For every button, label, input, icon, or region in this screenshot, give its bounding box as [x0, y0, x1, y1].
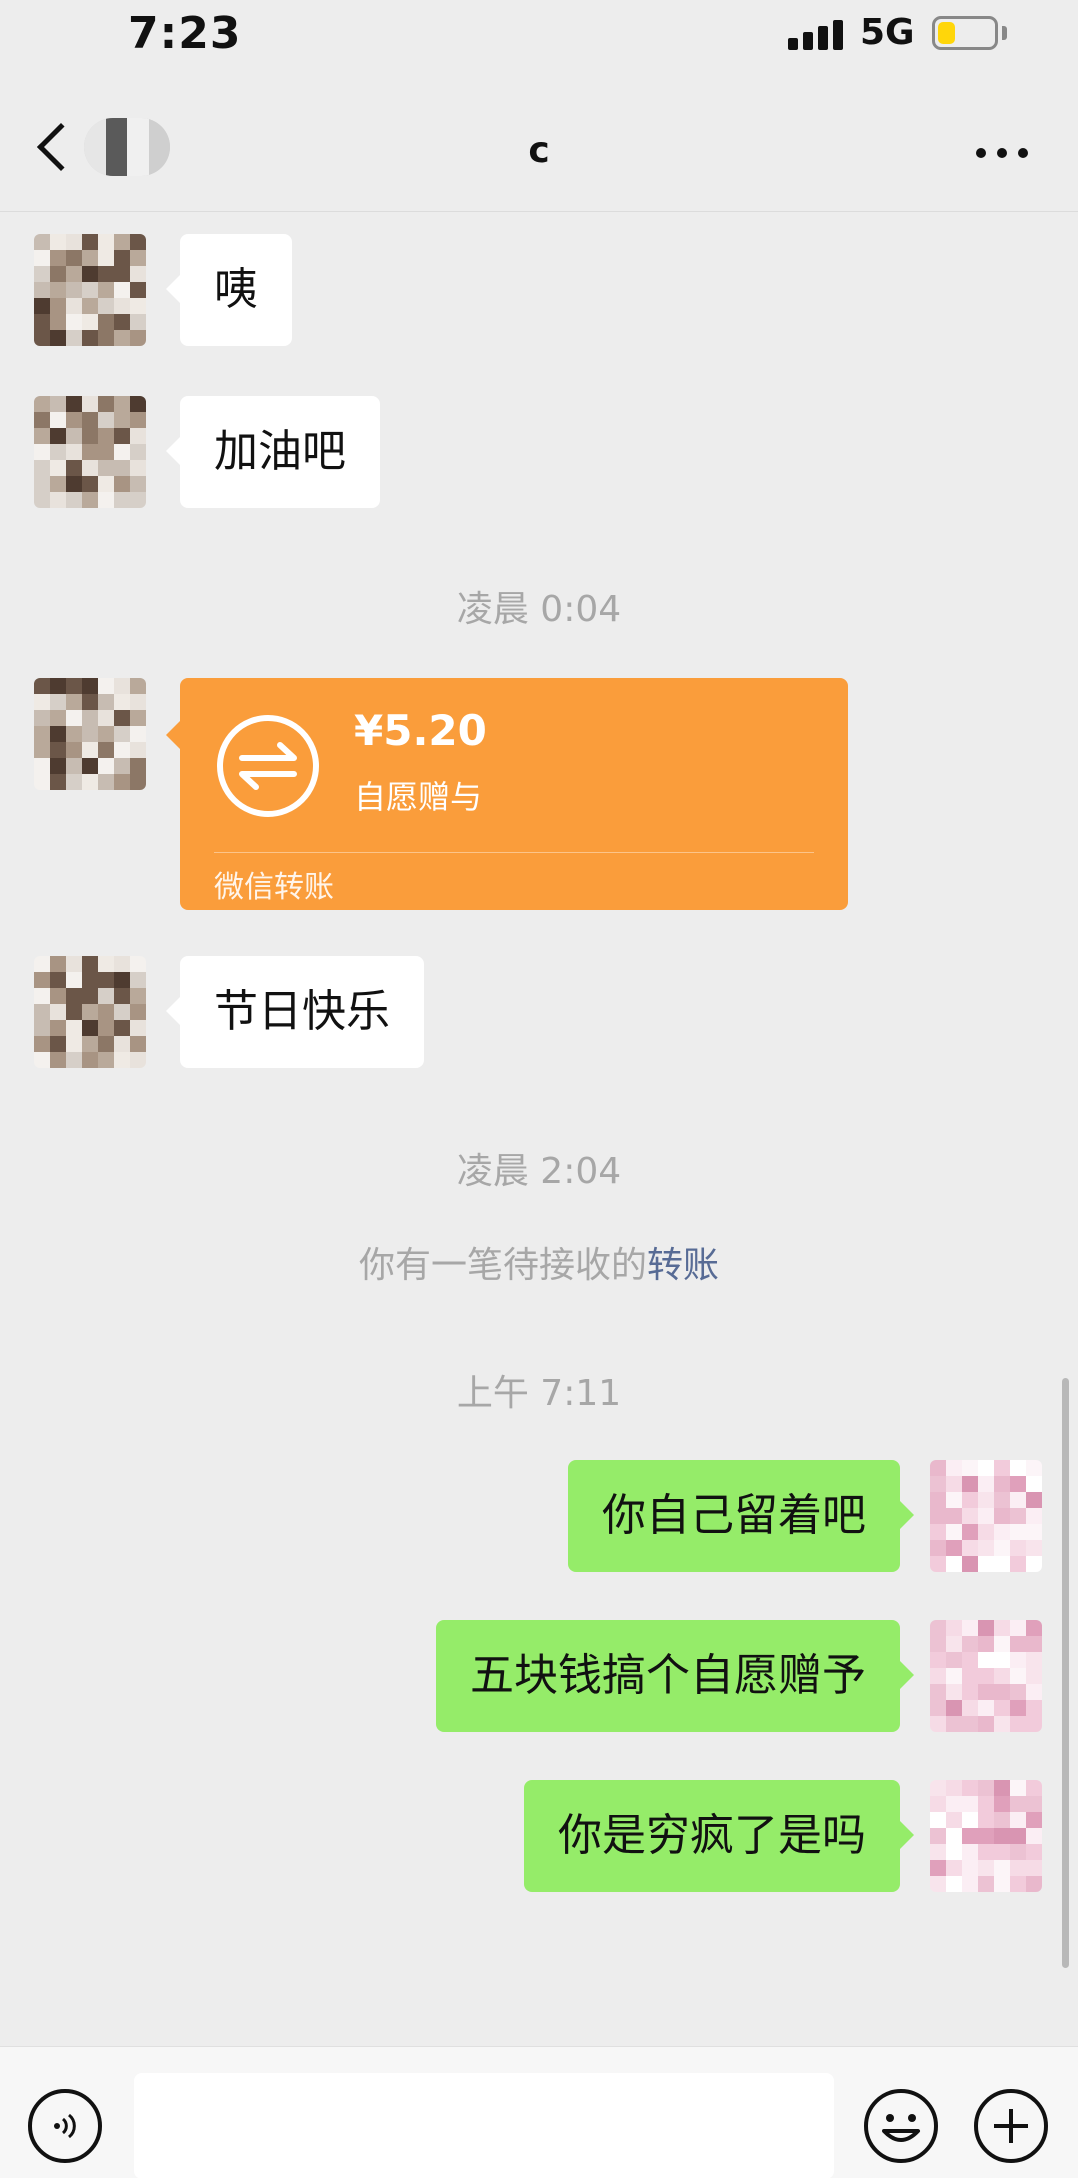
system-message-text: 你有一笔待接收的 — [358, 1245, 647, 1286]
timestamp: 凌晨 0:04 — [456, 589, 622, 630]
network-label: 5G — [860, 12, 915, 53]
outgoing-message[interactable]: 你自己留着吧 — [568, 1460, 914, 1572]
battery-level — [938, 22, 955, 44]
incoming-message[interactable]: 咦 — [166, 234, 292, 346]
battery-tip — [1002, 26, 1007, 40]
transfer-icon — [217, 715, 319, 817]
contact-avatar[interactable] — [34, 678, 146, 790]
chat-screen: 7:23 5G c 咦 加油吧 凌晨 0:04 ¥5.20 自愿赠与 微信转账 … — [0, 0, 1078, 2178]
chat-title: c — [528, 130, 550, 171]
my-avatar[interactable] — [930, 1780, 1042, 1892]
transfer-amount: ¥5.20 — [354, 706, 487, 755]
contact-avatar[interactable] — [34, 956, 146, 1068]
contact-avatar[interactable] — [34, 396, 146, 508]
plus-button[interactable] — [974, 2089, 1048, 2163]
voice-button[interactable] — [28, 2089, 102, 2163]
incoming-message[interactable]: 节日快乐 — [166, 956, 424, 1068]
system-message: 你有一笔待接收的转账 — [0, 1236, 1078, 1288]
battery-icon — [932, 16, 998, 50]
status-bar: 7:23 5G — [0, 0, 1078, 80]
contact-avatar[interactable] — [34, 234, 146, 346]
plus-icon-vertical — [1009, 2109, 1013, 2143]
outgoing-message[interactable]: 你是穷疯了是吗 — [524, 1780, 914, 1892]
scrollbar[interactable] — [1062, 1378, 1069, 1968]
voice-icon — [54, 2113, 76, 2139]
nav-bar: c — [0, 90, 1078, 212]
transfer-divider — [214, 852, 814, 853]
signal-icon — [788, 20, 844, 50]
transfer-footer: 微信转账 — [214, 870, 334, 905]
input-bar — [0, 2046, 1078, 2178]
transfer-link[interactable]: 转账 — [647, 1245, 719, 1286]
emoji-button[interactable] — [864, 2089, 938, 2163]
my-avatar[interactable] — [930, 1620, 1042, 1732]
my-avatar[interactable] — [930, 1460, 1042, 1572]
outgoing-message[interactable]: 五块钱搞个自愿赠予 — [436, 1620, 914, 1732]
timestamp: 上午 7:11 — [456, 1373, 622, 1414]
status-time: 7:23 — [128, 8, 242, 59]
more-icon[interactable] — [976, 148, 1028, 158]
emoji-icon — [882, 2114, 920, 2142]
transfer-card[interactable]: ¥5.20 自愿赠与 微信转账 — [166, 678, 848, 910]
transfer-note: 自愿赠与 — [354, 778, 483, 816]
incoming-message[interactable]: 加油吧 — [166, 396, 380, 508]
timestamp: 凌晨 2:04 — [456, 1151, 622, 1192]
message-input[interactable] — [134, 2073, 834, 2178]
